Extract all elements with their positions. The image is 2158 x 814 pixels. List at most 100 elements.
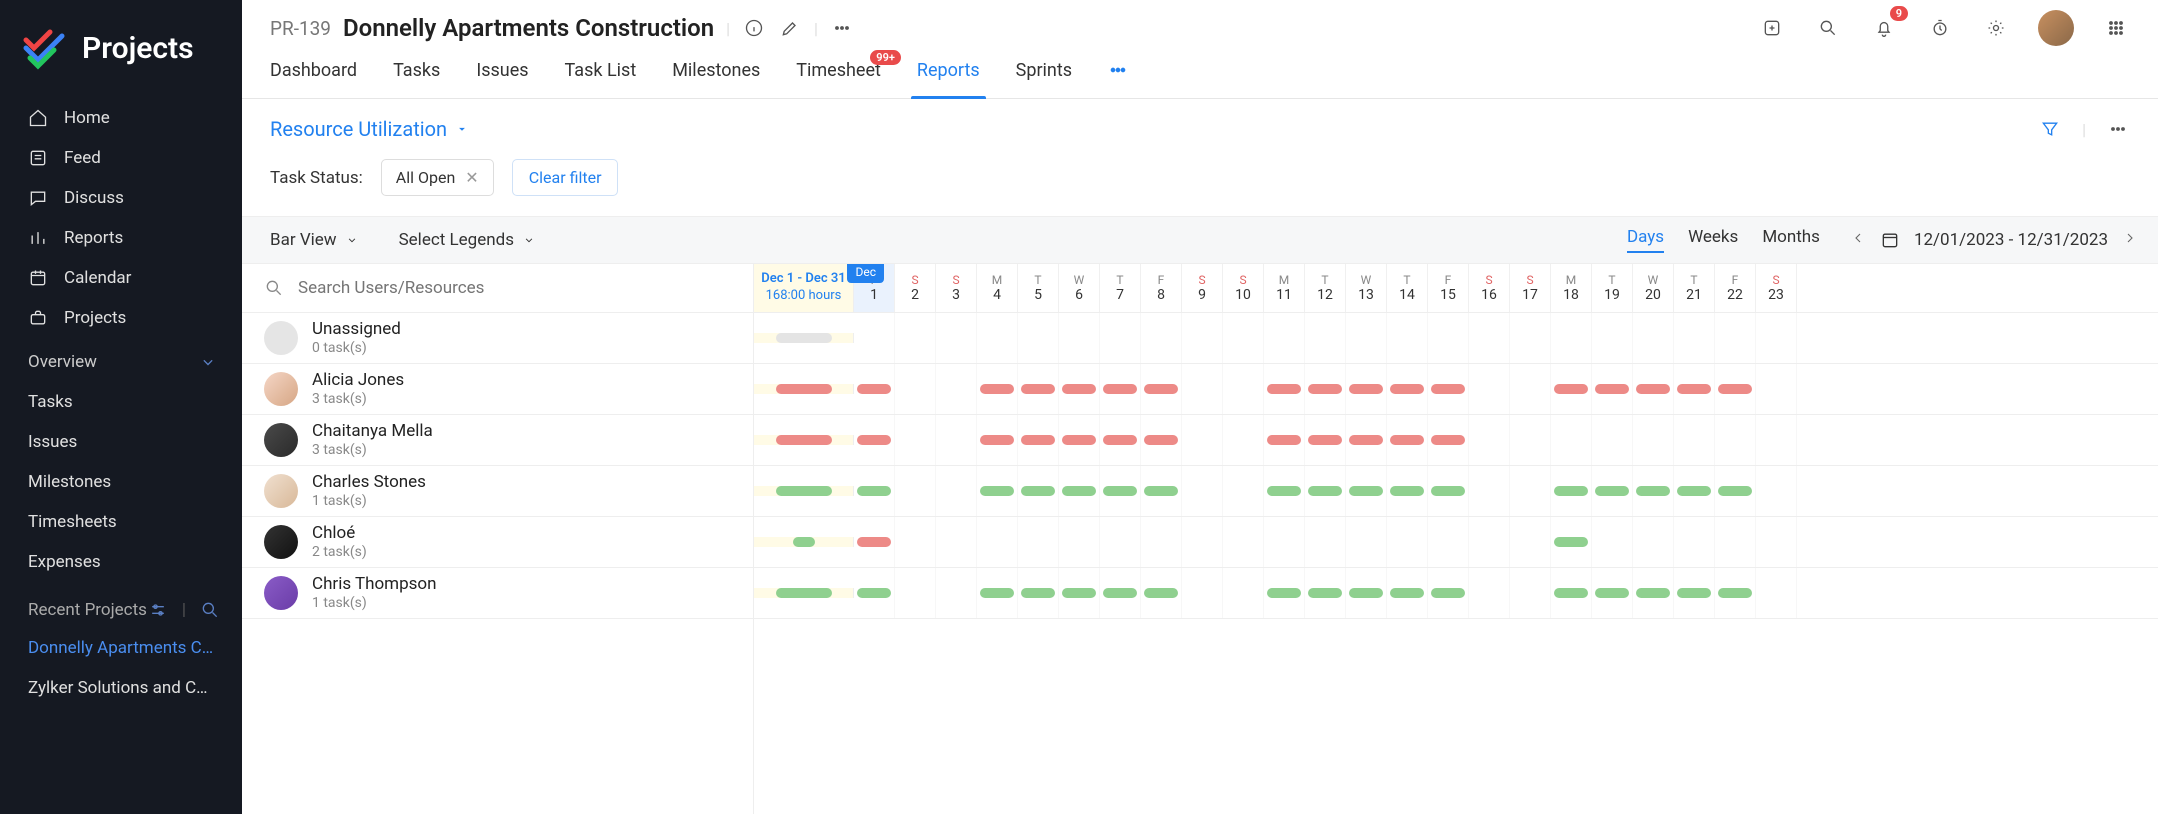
workload-bar [1103,486,1137,496]
day-slot [1592,466,1633,516]
day-slot [1100,313,1141,363]
tab-milestones[interactable]: Milestones [672,60,760,98]
subnav-expenses[interactable]: Expenses [0,542,242,582]
tab-sprints[interactable]: Sprints [1016,60,1072,98]
granularity-weeks[interactable]: Weeks [1688,227,1738,253]
workload-bar [1062,384,1096,394]
day-header: S9 [1182,264,1223,312]
search-icon[interactable] [200,600,220,620]
timeline-header: Dec Dec 1 - Dec 31 168:00 hours F1S2S3M4… [754,264,2158,313]
apps-icon[interactable] [2102,14,2130,42]
chip-remove-icon[interactable]: ✕ [465,168,478,187]
nav-feed[interactable]: Feed [0,138,242,178]
resource-row[interactable]: Chloé 2 task(s) [242,517,753,568]
filter-icon[interactable] [2038,117,2062,141]
nav-overview[interactable]: Overview [0,338,242,382]
resource-row[interactable]: Charles Stones 1 task(s) [242,466,753,517]
recent-project-item[interactable]: Donnelly Apartments Construction [0,628,242,668]
date-range-text[interactable]: 12/01/2023 - 12/31/2023 [1914,230,2108,250]
granularity-months[interactable]: Months [1762,227,1820,253]
view-mode-dropdown[interactable]: Bar View [270,230,359,250]
day-of-week: T [1116,273,1123,287]
day-number: 2 [911,287,919,303]
subnav-milestones[interactable]: Milestones [0,462,242,502]
day-slot [1141,415,1182,465]
workload-bar [1144,486,1178,496]
search-icon[interactable] [1814,14,1842,42]
day-slot [1100,364,1141,414]
chevron-down-icon [345,233,359,247]
summary-hours: 168:00 hours [766,288,842,305]
day-slot [1715,568,1756,618]
nav-home[interactable]: Home [0,98,242,138]
add-icon[interactable] [1758,14,1786,42]
settings-icon[interactable] [148,600,168,620]
day-slot [1305,313,1346,363]
app-logo[interactable]: Projects [0,0,242,98]
day-slot [1674,568,1715,618]
workload-bar [1267,588,1301,598]
prev-range-icon[interactable] [1850,230,1866,251]
clear-filter-button[interactable]: Clear filter [512,159,619,196]
nav-calendar[interactable]: Calendar [0,258,242,298]
workload-bar [1144,588,1178,598]
day-header: T14 [1387,264,1428,312]
tab-tasks[interactable]: Tasks [393,60,440,98]
gear-icon[interactable] [1982,14,2010,42]
search-input[interactable] [298,278,731,298]
granularity-days[interactable]: Days [1627,227,1664,253]
day-slot [1387,313,1428,363]
status-chip[interactable]: All Open ✕ [381,159,494,196]
day-header: T12 [1305,264,1346,312]
resource-row[interactable]: Unassigned 0 task(s) [242,313,753,364]
summary-bar [776,435,832,445]
notifications-icon[interactable]: 9 [1870,14,1898,42]
calendar-icon[interactable] [1880,230,1900,250]
nav-discuss[interactable]: Discuss [0,178,242,218]
day-slot [936,466,977,516]
nav-reports[interactable]: Reports [0,218,242,258]
day-of-week: W [1648,273,1659,287]
report-icon [28,228,48,248]
summary-bar [776,486,832,496]
resource-row[interactable]: Chris Thompson 1 task(s) [242,568,753,619]
resource-row[interactable]: Chaitanya Mella 3 task(s) [242,415,753,466]
tab-timesheet[interactable]: Timesheet 99+ [796,60,881,98]
subnav-tasks[interactable]: Tasks [0,382,242,422]
tab-tasklist[interactable]: Task List [565,60,637,98]
workload-bar [1554,384,1588,394]
edit-icon[interactable] [778,16,802,40]
search-icon[interactable] [264,278,284,298]
subnav-issues[interactable]: Issues [0,422,242,462]
tab-reports[interactable]: Reports [917,60,980,98]
day-slot [1018,466,1059,516]
legends-dropdown[interactable]: Select Legends [399,230,536,250]
avatar [264,372,298,406]
summary-range: Dec 1 - Dec 31 [761,271,845,288]
report-type-dropdown[interactable]: Resource Utilization [270,117,469,141]
day-of-week: S [911,273,918,287]
day-slot [1510,415,1551,465]
tabs-more-icon[interactable] [1108,60,1128,98]
summary-cell [754,384,854,394]
nav-projects[interactable]: Projects [0,298,242,338]
day-slot [1141,568,1182,618]
timer-icon[interactable] [1926,14,1954,42]
subnav-timesheets[interactable]: Timesheets [0,502,242,542]
resource-row[interactable]: Alicia Jones 3 task(s) [242,364,753,415]
info-icon[interactable] [742,16,766,40]
tab-issues[interactable]: Issues [476,60,528,98]
more-icon[interactable] [2106,117,2130,141]
day-slot [1756,364,1797,414]
next-range-icon[interactable] [2122,230,2138,251]
recent-project-item[interactable]: Zylker Solutions and Construction [0,668,242,708]
more-icon[interactable] [830,16,854,40]
day-slot [1346,568,1387,618]
tab-dashboard[interactable]: Dashboard [270,60,357,98]
granularity-toggle: Days Weeks Months [1627,227,1820,253]
workload-bar [1267,435,1301,445]
user-avatar[interactable] [2038,10,2074,46]
overview-label: Overview [28,352,97,372]
workload-bar [1103,384,1137,394]
summary-cell [754,588,854,598]
